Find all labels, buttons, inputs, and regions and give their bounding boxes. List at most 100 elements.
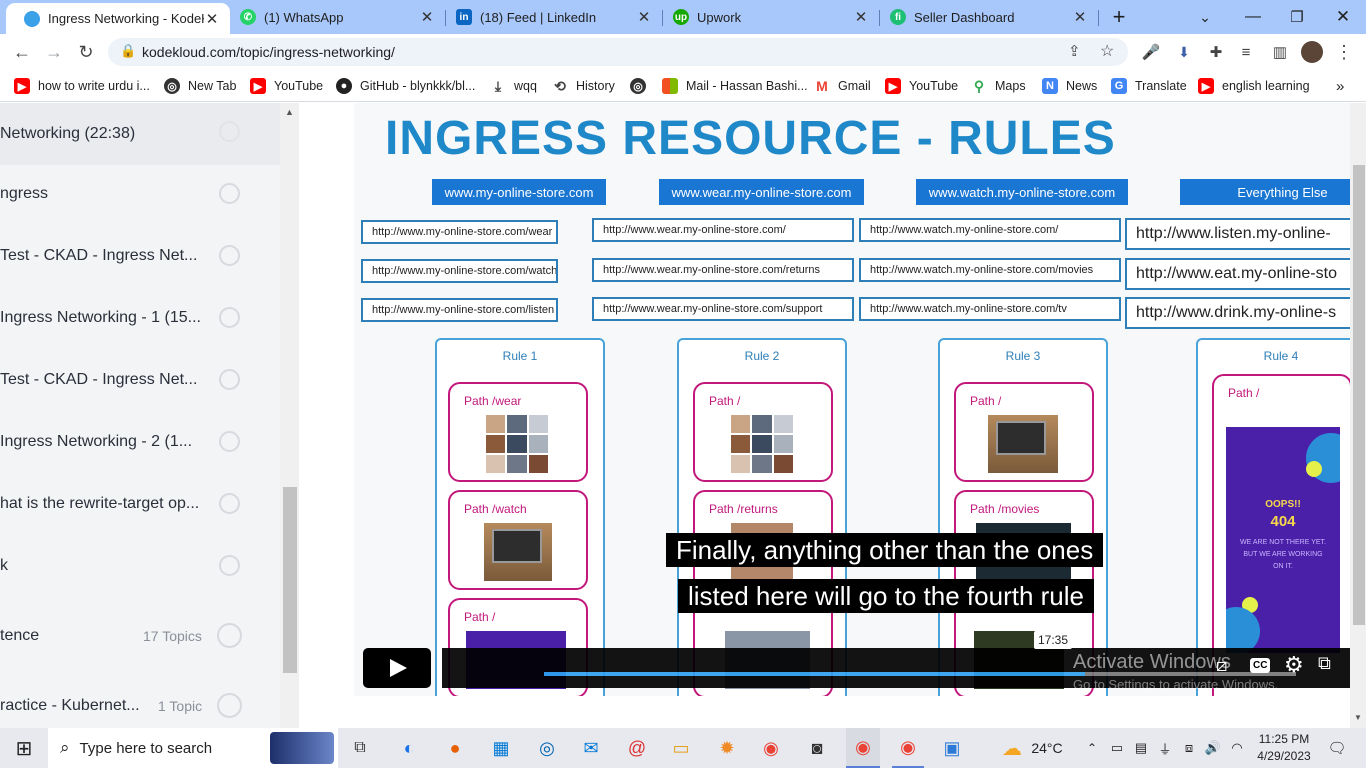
profile-avatar[interactable] <box>1300 34 1324 70</box>
close-tab-icon[interactable]: ✕ <box>853 8 869 26</box>
wifi-icon[interactable]: ◠ <box>1228 728 1246 768</box>
battery-icon[interactable]: ▭ <box>1108 728 1126 768</box>
weather-temp[interactable]: 24°C <box>1030 728 1064 768</box>
forward-icon[interactable]: → <box>42 34 66 70</box>
play-button[interactable] <box>363 648 431 688</box>
photos-icon[interactable]: ▣ <box>938 728 966 768</box>
completion-circle-icon[interactable] <box>219 121 240 142</box>
chrome-profile2-icon[interactable]: ◉ <box>892 728 924 768</box>
captions-button[interactable]: CC <box>1250 658 1271 673</box>
tab-seller-dashboard[interactable]: fi Seller Dashboard ✕ <box>880 0 1098 34</box>
microphone-icon[interactable]: 🎤 <box>1140 34 1162 70</box>
completion-circle-icon[interactable] <box>219 431 240 452</box>
reload-icon[interactable]: ↻ <box>74 34 98 70</box>
bookmark-item[interactable]: ⚲ Maps <box>971 76 1026 96</box>
completion-circle-icon[interactable] <box>217 693 242 718</box>
bookmark-item[interactable]: ▶ YouTube <box>885 76 958 96</box>
bookmark-item[interactable]: M Gmail <box>814 76 871 96</box>
tray-chevron-icon[interactable]: ⌃ <box>1084 728 1100 768</box>
video-player[interactable]: INGRESS RESOURCE - RULES www.my-online-s… <box>354 103 1350 696</box>
section-item[interactable]: tence 17 Topics <box>0 605 280 667</box>
picture-in-picture-icon[interactable]: ⧉ <box>1318 653 1331 674</box>
cloud-sync-icon[interactable]: ⧈ <box>1180 728 1198 768</box>
app-spiral-icon[interactable]: @ <box>624 728 650 768</box>
mail-icon[interactable]: ✉ <box>578 728 604 768</box>
scroll-up-icon[interactable]: ▲ <box>285 107 294 117</box>
lesson-item[interactable]: ngress <box>0 163 280 225</box>
bookmark-item[interactable]: N News <box>1042 76 1097 96</box>
lesson-item[interactable]: k <box>0 535 280 597</box>
close-tab-icon[interactable]: ✕ <box>1072 8 1088 26</box>
completion-circle-icon[interactable] <box>219 369 240 390</box>
store-icon[interactable]: ▦ <box>488 728 514 768</box>
vimeo-icon[interactable]: ⧄ <box>1216 655 1227 676</box>
minimize-icon[interactable]: — <box>1240 0 1266 34</box>
close-window-icon[interactable]: ✕ <box>1330 0 1356 34</box>
page-scrollbar-thumb[interactable] <box>1353 165 1365 625</box>
lesson-item[interactable]: hat is the rewrite-target op... <box>0 473 280 535</box>
restore-icon[interactable]: ❐ <box>1284 0 1310 34</box>
bookmark-item[interactable]: ● GitHub - blynkkk/bl... <box>336 76 475 96</box>
skype-icon[interactable]: ◎ <box>534 728 560 768</box>
edge-icon[interactable]: ◐ <box>396 728 422 768</box>
tab-upwork[interactable]: up Upwork ✕ <box>663 0 879 34</box>
download-extension-icon[interactable]: ⬇ <box>1174 34 1194 70</box>
extensions-puzzle-icon[interactable]: ✚ <box>1206 34 1226 70</box>
lesson-item[interactable]: Networking (22:38) <box>0 103 280 165</box>
close-tab-icon[interactable]: ✕ <box>636 8 652 26</box>
chevron-down-icon[interactable]: ⌄ <box>1192 0 1218 34</box>
share-icon[interactable]: ⇪ <box>1068 42 1081 60</box>
media-controls-icon[interactable]: ≡ <box>1236 34 1256 70</box>
taskbar-search[interactable]: ⌕ Type here to search <box>48 728 338 768</box>
clock-time[interactable]: 11:25 PM <box>1254 732 1314 746</box>
sidebar-scrollbar-thumb[interactable] <box>283 487 297 673</box>
completion-circle-icon[interactable] <box>219 555 240 576</box>
scroll-down-icon[interactable]: ▼ <box>1354 713 1362 722</box>
new-tab-icon[interactable]: + <box>1106 0 1132 34</box>
back-icon[interactable]: ← <box>10 34 34 70</box>
close-tab-icon[interactable]: ✕ <box>204 10 220 28</box>
completion-circle-icon[interactable] <box>219 183 240 204</box>
notifications-icon[interactable]: 🗨 <box>1324 728 1350 768</box>
bookmark-item[interactable]: ⤓ wqq <box>490 76 537 96</box>
side-panel-icon[interactable]: ▥ <box>1270 34 1290 70</box>
menu-kebab-icon[interactable]: ⋮ <box>1334 34 1354 70</box>
bookmark-item[interactable]: ▶ YouTube <box>250 76 323 96</box>
camera-app-icon[interactable]: ◙ <box>804 728 830 768</box>
bookmark-item[interactable]: Mail - Hassan Bashi... <box>662 76 808 96</box>
lesson-item[interactable]: Ingress Networking - 1 (15... <box>0 287 280 349</box>
bookmark-item[interactable]: ▶ how to write urdu i... <box>14 76 150 96</box>
clock-date[interactable]: 4/29/2023 <box>1250 749 1318 763</box>
bookmark-item[interactable]: ▶ english learning <box>1198 76 1310 96</box>
completion-circle-icon[interactable] <box>219 493 240 514</box>
weather-icon[interactable]: ☁ <box>998 728 1026 768</box>
address-bar[interactable]: 🔒 kodekloud.com/topic/ingress-networking… <box>108 38 1128 66</box>
task-view-icon[interactable]: ⧉ <box>348 728 372 768</box>
volume-icon[interactable]: 🔊 <box>1204 728 1222 768</box>
lesson-item[interactable]: Ingress Networking - 2 (1... <box>0 411 280 473</box>
settings-gear-icon[interactable]: ⚙ <box>1284 652 1304 678</box>
bookmark-item[interactable]: ◎ New Tab <box>164 76 236 96</box>
chrome-profile-icon[interactable]: ◉ <box>846 728 880 768</box>
completion-circle-icon[interactable] <box>219 307 240 328</box>
bookmark-item[interactable]: ◎ <box>630 76 654 96</box>
file-explorer-icon[interactable]: ▭ <box>668 728 694 768</box>
bookmark-star-icon[interactable]: ☆ <box>1100 41 1114 61</box>
settings-app-icon[interactable]: ✹ <box>714 728 740 768</box>
chrome-icon[interactable]: ◉ <box>758 728 784 768</box>
bookmark-item[interactable]: G Translate <box>1111 76 1187 96</box>
lesson-item[interactable]: Test - CKAD - Ingress Net... <box>0 225 280 287</box>
tab-whatsapp[interactable]: ✆ (1) WhatsApp ✕ <box>230 0 445 34</box>
completion-circle-icon[interactable] <box>217 623 242 648</box>
close-tab-icon[interactable]: ✕ <box>419 8 435 26</box>
lesson-item[interactable]: Test - CKAD - Ingress Net... <box>0 349 280 411</box>
tab-kodekloud[interactable]: Ingress Networking - KodeKl ✕ <box>6 3 230 34</box>
completion-circle-icon[interactable] <box>219 245 240 266</box>
windows-start-icon[interactable]: ⊞ <box>10 728 38 768</box>
bookmark-item[interactable]: ⟲ History <box>552 76 615 96</box>
tab-linkedin[interactable]: in (18) Feed | LinkedIn ✕ <box>446 0 662 34</box>
network-display-icon[interactable]: ▤ <box>1132 728 1150 768</box>
bookmarks-overflow-icon[interactable]: » <box>1336 76 1344 96</box>
page-scrollbar[interactable]: ▼ <box>1350 103 1366 728</box>
firefox-icon[interactable]: ● <box>442 728 468 768</box>
